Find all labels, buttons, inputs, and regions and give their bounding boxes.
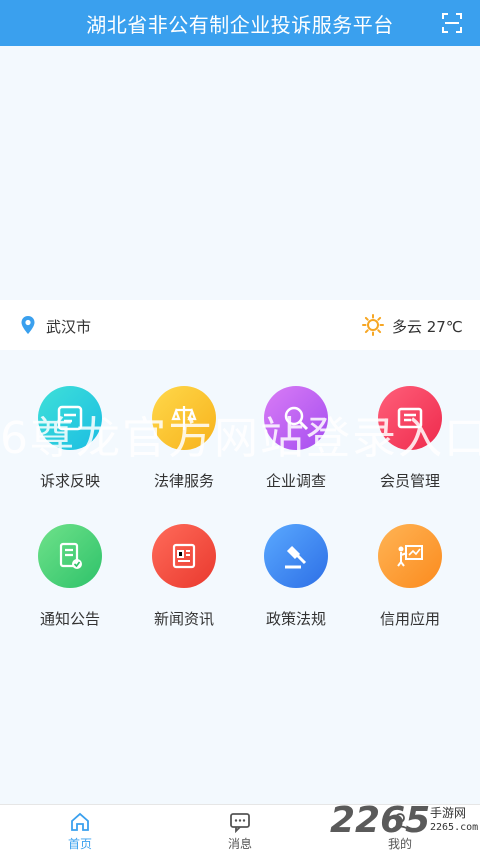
grid-item-appeal[interactable]: 诉求反映 bbox=[10, 386, 130, 506]
brand-subtitle: 手游网 bbox=[430, 806, 467, 820]
notice-icon bbox=[38, 524, 102, 588]
city-label[interactable]: 武汉市 bbox=[46, 316, 91, 337]
grid-item-legal[interactable]: 法律服务 bbox=[124, 386, 244, 506]
grid-label: 政策法规 bbox=[265, 610, 326, 628]
tab-label: 首页 bbox=[67, 837, 92, 851]
survey-icon bbox=[264, 386, 328, 450]
member-icon bbox=[378, 386, 442, 450]
banner-area[interactable] bbox=[0, 46, 480, 300]
grid-item-member[interactable]: 会员管理 bbox=[350, 386, 470, 506]
function-grid: 诉求反映 法律服务 企业调查 会员管理 通知公告 新闻资讯 政策法规 信用应用 bbox=[0, 350, 480, 650]
sun-icon bbox=[362, 314, 384, 336]
grid-label: 通知公告 bbox=[39, 610, 100, 628]
grid-label: 新闻资讯 bbox=[153, 610, 214, 628]
grid-item-credit[interactable]: 信用应用 bbox=[350, 524, 470, 644]
scan-icon[interactable] bbox=[442, 13, 462, 33]
grid-label: 信用应用 bbox=[379, 610, 440, 628]
app-header: 湖北省非公有制企业投诉服务平台 bbox=[0, 0, 480, 46]
grid-item-survey[interactable]: 企业调查 bbox=[236, 386, 356, 506]
appeal-icon bbox=[38, 386, 102, 450]
grid-item-policy[interactable]: 政策法规 bbox=[236, 524, 356, 644]
weather-text: 多云 27℃ bbox=[392, 318, 463, 336]
grid-item-news[interactable]: 新闻资讯 bbox=[124, 524, 244, 644]
grid-label: 企业调查 bbox=[265, 472, 326, 490]
gavel-icon bbox=[264, 524, 328, 588]
grid-label: 法律服务 bbox=[153, 472, 214, 490]
legal-service-icon bbox=[152, 386, 216, 450]
message-icon bbox=[230, 813, 250, 833]
brand-watermark: 2265 手游网 2265.com bbox=[330, 800, 480, 850]
tab-home[interactable]: 首页 bbox=[0, 805, 160, 854]
brand-number: 2265 bbox=[330, 800, 431, 841]
home-icon bbox=[71, 812, 89, 831]
page-title: 湖北省非公有制企业投诉服务平台 bbox=[86, 12, 394, 37]
brand-url: 2265.com bbox=[430, 822, 479, 833]
news-icon bbox=[152, 524, 216, 588]
tab-label: 消息 bbox=[227, 837, 252, 851]
presentation-icon bbox=[378, 524, 442, 588]
tab-messages[interactable]: 消息 bbox=[160, 805, 320, 854]
grid-label: 会员管理 bbox=[379, 472, 440, 490]
grid-label: 诉求反映 bbox=[39, 472, 100, 490]
grid-item-notice[interactable]: 通知公告 bbox=[10, 524, 130, 644]
location-bar: 武汉市 多云 27℃ bbox=[0, 300, 480, 350]
location-pin-icon bbox=[21, 316, 35, 334]
